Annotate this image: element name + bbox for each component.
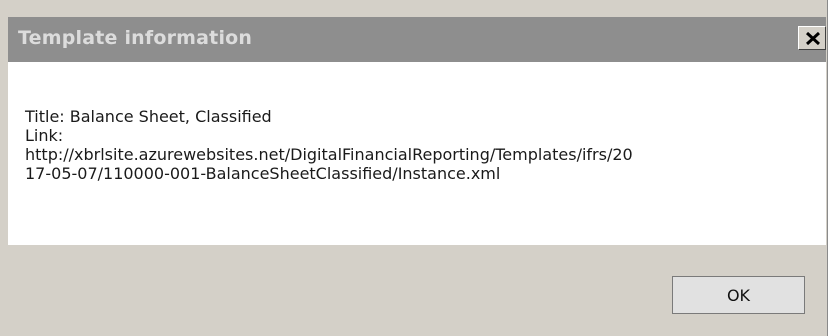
ok-button[interactable]: OK bbox=[672, 276, 805, 314]
template-link-url-line-1: http://xbrlsite.azurewebsites.net/Digita… bbox=[25, 145, 633, 164]
template-info-text: Title: Balance Sheet, Classified Link: h… bbox=[25, 107, 805, 183]
close-icon bbox=[806, 32, 820, 45]
template-link-url-line-2: 17-05-07/110000-001-BalanceSheetClassifi… bbox=[25, 164, 501, 183]
template-information-dialog: Template information Title: Balance Shee… bbox=[0, 0, 828, 336]
template-link-label: Link: bbox=[25, 126, 64, 145]
close-button[interactable] bbox=[798, 26, 826, 50]
template-title-line: Title: Balance Sheet, Classified bbox=[25, 107, 272, 126]
dialog-titlebar[interactable]: Template information bbox=[8, 17, 826, 62]
dialog-content: Title: Balance Sheet, Classified Link: h… bbox=[8, 62, 826, 245]
dialog-title: Template information bbox=[18, 27, 253, 49]
